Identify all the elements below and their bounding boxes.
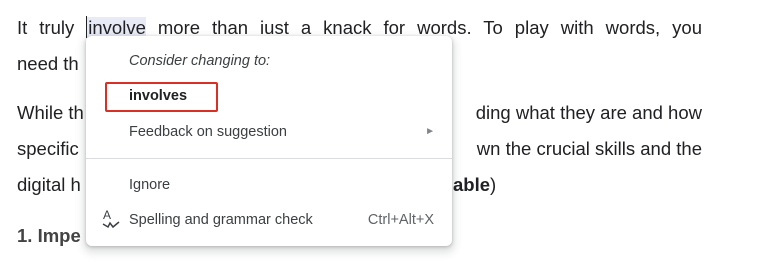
consider-header-text: Consider changing to: [129, 53, 271, 69]
spelling-grammar-label: Spelling and grammar check [129, 212, 313, 228]
doc-line-1-before: It truly [17, 17, 87, 38]
doc-line-5-right: able) [453, 167, 496, 203]
spellcheck-icon: A [101, 204, 121, 236]
ignore-label: Ignore [129, 177, 171, 193]
doc-line-4-right: wn the crucial skills and the [476, 138, 702, 159]
spelling-context-menu: Consider changing to: involves Feedback … [86, 36, 452, 246]
ignore-item[interactable]: Ignore [86, 169, 452, 201]
doc-line-2-text: need th [17, 53, 79, 74]
suggestion-highlight-box [105, 82, 218, 112]
doc-line-1-after: more than iust a knack for words. To pla… [145, 17, 702, 38]
feedback-item[interactable]: Feedback on suggestion ► [86, 116, 452, 148]
svg-text:A: A [103, 208, 111, 222]
menu-divider [86, 158, 452, 159]
doc-line-3-right: ding what they are and how [475, 102, 702, 123]
consider-header: Consider changing to: [86, 45, 452, 77]
feedback-label: Feedback on suggestion [129, 124, 287, 140]
spelling-grammar-item[interactable]: A Spelling and grammar check Ctrl+Alt+X [86, 204, 452, 236]
doc-line-4-left: specific [17, 138, 79, 159]
doc-line-3-left: While th [17, 102, 84, 123]
doc-heading-text: 1. Impe [17, 225, 81, 246]
submenu-arrow-icon: ► [425, 126, 435, 137]
doc-line-5-left: digital h [17, 174, 81, 195]
misspelled-word[interactable]: involve [86, 16, 146, 38]
spelling-shortcut: Ctrl+Alt+X [367, 212, 434, 228]
doc-line-5-tail: ) [490, 174, 497, 195]
doc-line-5-bold: able [453, 174, 491, 195]
misspelled-word-text: involve [88, 17, 146, 38]
